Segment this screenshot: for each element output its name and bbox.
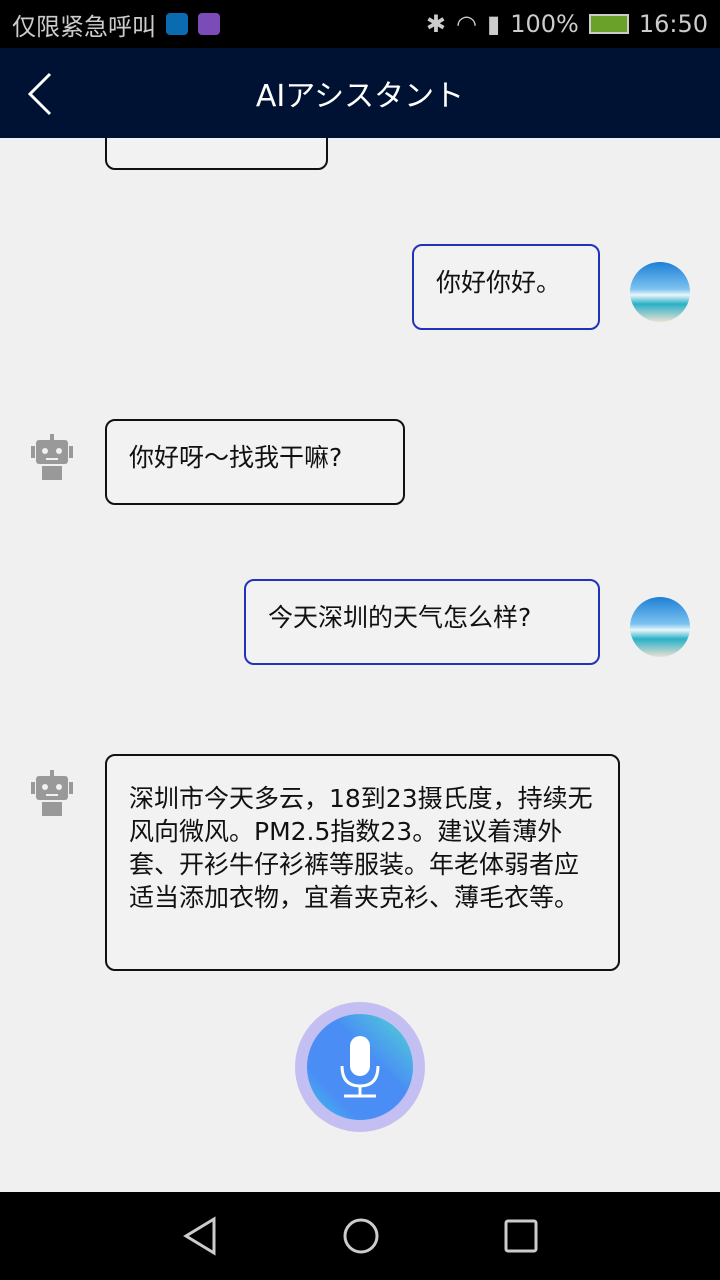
robot-avatar-icon <box>31 770 73 816</box>
bluetooth-icon: ✱ <box>425 10 447 38</box>
message-bubble-bot: 深圳市今天多云，18到23摄氏度，持续无风向微风。PM2.5指数23。建议着薄外… <box>105 754 620 971</box>
app-bar: AIアシスタント <box>0 48 720 138</box>
back-nav-icon[interactable] <box>182 1216 218 1256</box>
robot-avatar-icon <box>31 434 73 480</box>
user-avatar <box>630 262 690 322</box>
voice-input-button[interactable] <box>295 1002 425 1132</box>
battery-percent: 100% <box>510 10 579 38</box>
carrier-text: 仅限紧急呼叫 <box>12 12 156 41</box>
status-bar: 仅限紧急呼叫 ✱ ◠ ▮ 100% 16:50 <box>0 0 720 48</box>
clock: 16:50 <box>638 10 708 38</box>
image-icon <box>198 13 220 35</box>
sim-icon: ▮ <box>486 10 501 38</box>
recents-nav-icon[interactable] <box>504 1219 538 1253</box>
robot-avatar-icon <box>28 138 76 170</box>
home-nav-icon[interactable] <box>342 1217 380 1255</box>
microphone-icon <box>340 1036 380 1098</box>
message-bubble-bot <box>105 138 328 170</box>
navigation-bar <box>0 1192 720 1280</box>
message-bubble-user: 今天深圳的天气怎么样? <box>244 579 600 665</box>
message-bubble-user: 你好你好。 <box>412 244 600 330</box>
wifi-icon: ◠ <box>456 10 477 38</box>
page-title: AIアシスタント <box>255 79 465 114</box>
user-avatar <box>630 597 690 657</box>
back-icon[interactable] <box>26 72 56 116</box>
message-bubble-bot: 你好呀～找我干嘛? <box>105 419 405 505</box>
usb-icon <box>166 13 188 35</box>
battery-icon <box>588 14 629 34</box>
